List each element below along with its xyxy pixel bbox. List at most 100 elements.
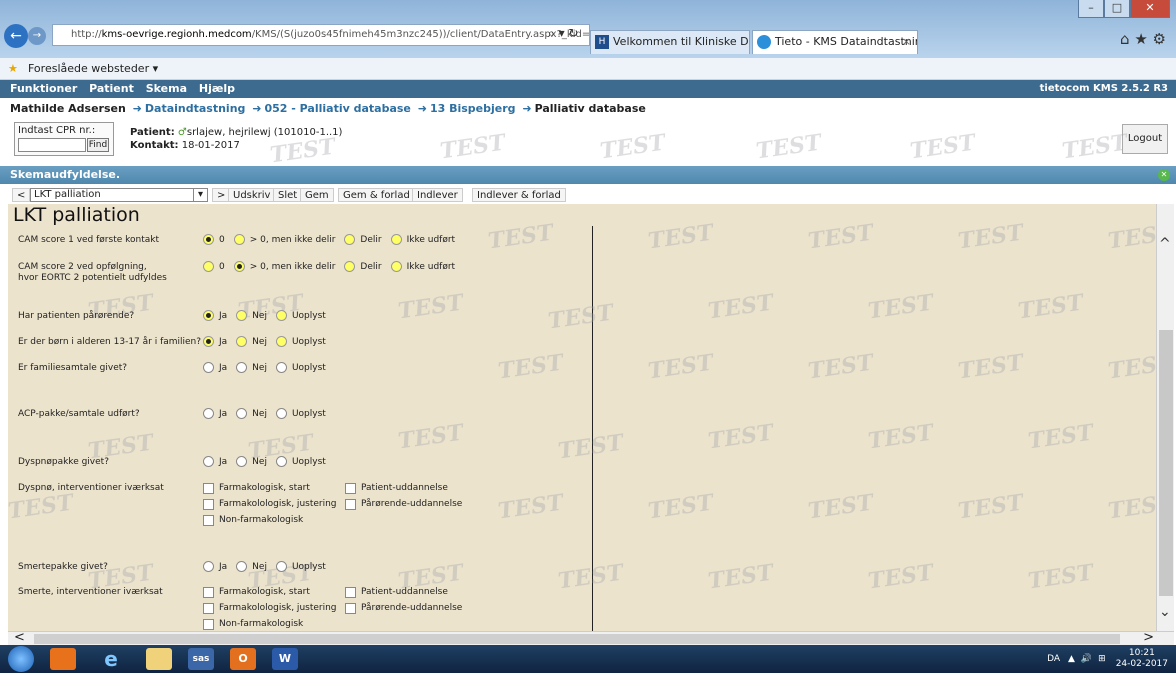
checkbox-option[interactable]: Farmakolologisk, justering xyxy=(203,602,345,614)
radio-option[interactable]: Uoplyst xyxy=(275,336,326,347)
vertical-scrollbar[interactable]: ^ ⌄ xyxy=(1156,204,1174,631)
gem-button[interactable]: Gem xyxy=(300,188,334,202)
browser-tab-kms[interactable]: Tieto - KMS Dataindtastning × xyxy=(752,30,918,54)
scroll-right-icon[interactable]: > xyxy=(1143,630,1154,645)
radio-option[interactable]: 0 xyxy=(203,234,225,245)
breadcrumb-database[interactable]: 052 - Palliativ database xyxy=(264,102,410,115)
section-close-icon[interactable]: ✕ xyxy=(1158,169,1170,181)
checkbox-option[interactable]: Pårørende-uddannelse xyxy=(345,498,487,510)
radio-button[interactable] xyxy=(236,310,248,321)
prev-form-button[interactable]: < xyxy=(12,188,31,202)
back-button[interactable]: ← xyxy=(4,24,28,48)
checkbox[interactable] xyxy=(345,586,356,598)
maximize-button[interactable]: □ xyxy=(1104,0,1130,18)
radio-button[interactable] xyxy=(233,234,245,245)
radio-option[interactable]: Uoplyst xyxy=(275,456,326,467)
refresh-icon[interactable]: ↻ xyxy=(568,26,578,40)
scrollbar-thumb[interactable] xyxy=(1159,330,1173,596)
radio-option[interactable]: Uoplyst xyxy=(275,561,326,572)
radio-option[interactable]: Ja xyxy=(203,408,227,419)
radio-option[interactable]: > 0, men ikke delir xyxy=(233,261,335,272)
scroll-up-icon[interactable]: ^ xyxy=(1159,236,1171,252)
radio-button[interactable] xyxy=(275,336,287,347)
menu-patient[interactable]: Patient xyxy=(89,82,134,95)
cpr-input[interactable] xyxy=(18,138,86,152)
radio-button[interactable] xyxy=(236,408,248,419)
find-button[interactable]: Find xyxy=(87,138,109,152)
radio-button[interactable] xyxy=(275,561,287,572)
radio-option[interactable]: Uoplyst xyxy=(275,310,326,321)
radio-option[interactable]: Nej xyxy=(236,456,267,467)
radio-option[interactable]: Delir xyxy=(344,261,382,272)
checkbox-option[interactable]: Patient-uddannelse xyxy=(345,586,487,598)
file-explorer-icon[interactable] xyxy=(146,648,172,670)
radio-button[interactable] xyxy=(344,234,356,245)
radio-button[interactable] xyxy=(236,362,248,373)
udskriv-button[interactable]: Udskriv xyxy=(228,188,276,202)
logout-button[interactable]: Logout xyxy=(1122,124,1168,154)
checkbox[interactable] xyxy=(203,618,214,630)
radio-button[interactable] xyxy=(203,362,214,373)
minimize-button[interactable]: – xyxy=(1078,0,1104,18)
slet-button[interactable]: Slet xyxy=(273,188,303,202)
scroll-left-icon[interactable]: < xyxy=(14,630,25,645)
tray-arrow-icon[interactable]: ▲ xyxy=(1068,654,1075,664)
checkbox[interactable] xyxy=(345,602,356,614)
scroll-down-icon[interactable]: ⌄ xyxy=(1159,604,1171,620)
breadcrumb-bispebjerg[interactable]: 13 Bispebjerg xyxy=(430,102,516,115)
radio-option[interactable]: Ja xyxy=(203,561,227,572)
address-bar[interactable]: http://kms-oevrige.regionh.medcom/KMS/(S… xyxy=(52,24,590,46)
checkbox-option[interactable]: Patient-uddannelse xyxy=(345,482,487,494)
radio-option[interactable]: > 0, men ikke delir xyxy=(233,234,335,245)
checkbox-option[interactable]: Farmakologisk, start xyxy=(203,586,345,598)
radio-option[interactable]: Nej xyxy=(236,310,267,321)
outlook-icon[interactable]: O xyxy=(230,648,256,670)
checkbox[interactable] xyxy=(203,514,214,526)
tab-close-icon[interactable]: × xyxy=(902,31,911,53)
radio-button[interactable] xyxy=(203,561,214,572)
search-icon[interactable]: ⌕ xyxy=(548,26,555,40)
checkbox[interactable] xyxy=(345,482,356,494)
radio-button[interactable] xyxy=(390,234,402,245)
media-player-icon[interactable] xyxy=(50,648,76,670)
close-window-button[interactable]: ✕ xyxy=(1130,0,1170,18)
radio-button[interactable] xyxy=(236,456,248,467)
radio-option[interactable]: Uoplyst xyxy=(275,408,326,419)
radio-option[interactable]: Delir xyxy=(344,234,382,245)
checkbox-option[interactable]: Non-farmakologisk xyxy=(203,514,345,526)
language-indicator[interactable]: DA xyxy=(1047,654,1060,664)
menu-funktioner[interactable]: Funktioner xyxy=(10,82,77,95)
radio-option[interactable]: 0 xyxy=(203,261,225,272)
radio-option[interactable]: Nej xyxy=(236,336,267,347)
scrollbar-thumb[interactable] xyxy=(34,634,1120,644)
clock[interactable]: 10:21 24-02-2017 xyxy=(1116,648,1168,670)
dropdown-icon[interactable]: ▾ xyxy=(559,26,565,40)
checkbox-option[interactable]: Farmakolologisk, justering xyxy=(203,498,345,510)
radio-button[interactable] xyxy=(203,261,214,272)
checkbox-option[interactable]: Non-farmakologisk xyxy=(203,618,345,630)
internet-explorer-icon[interactable]: e xyxy=(98,648,124,670)
gem-forlad-button[interactable]: Gem & forlad xyxy=(338,188,415,202)
radio-button[interactable] xyxy=(344,261,356,272)
radio-button[interactable] xyxy=(203,336,214,347)
menu-hjaelp[interactable]: Hjælp xyxy=(199,82,235,95)
radio-button[interactable] xyxy=(203,234,214,245)
checkbox[interactable] xyxy=(203,602,214,614)
radio-button[interactable] xyxy=(236,336,248,347)
checkbox[interactable] xyxy=(203,498,214,510)
radio-button[interactable] xyxy=(233,261,245,272)
browser-tab-kliniske[interactable]: H Velkommen til Kliniske Databa... xyxy=(590,30,750,54)
breadcrumb-dataindtastning[interactable]: Dataindtastning xyxy=(145,102,246,115)
indlever-forlad-button[interactable]: Indlever & forlad xyxy=(472,188,566,202)
horizontal-scrollbar[interactable]: < > xyxy=(8,630,1174,645)
radio-button[interactable] xyxy=(275,456,287,467)
indlever-button[interactable]: Indlever xyxy=(412,188,463,202)
start-button[interactable] xyxy=(8,646,34,672)
menu-skema[interactable]: Skema xyxy=(146,82,187,95)
radio-option[interactable]: Ikke udført xyxy=(390,261,455,272)
checkbox[interactable] xyxy=(345,498,356,510)
checkbox-option[interactable]: Pårørende-uddannelse xyxy=(345,602,487,614)
sas-icon[interactable]: sas xyxy=(188,648,214,670)
suggested-sites-link[interactable]: Foreslåede websteder ▾ xyxy=(28,62,158,75)
radio-option[interactable]: Ikke udført xyxy=(390,234,455,245)
